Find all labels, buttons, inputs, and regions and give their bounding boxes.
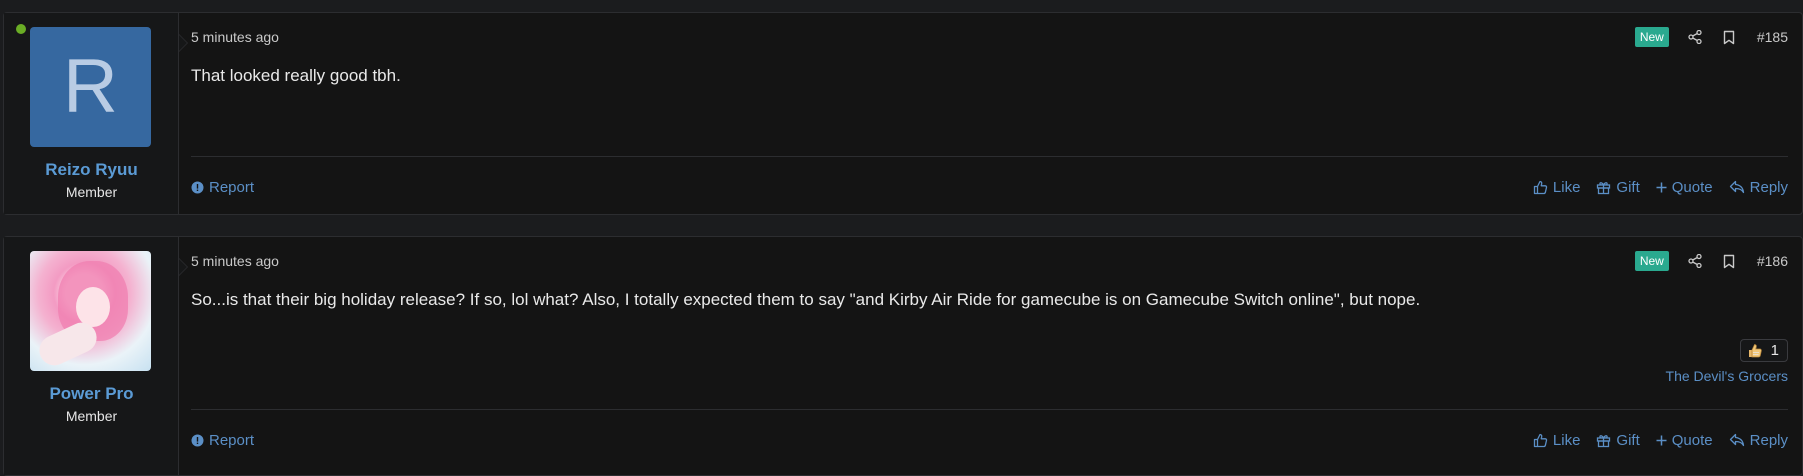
gift-button[interactable]: Gift — [1596, 431, 1640, 449]
post-footer: Report Like Gift Quote Reply — [191, 428, 1788, 452]
post-message: So...is that their big holiday release? … — [191, 290, 1421, 309]
user-cell: R Reizo Ryuu Member — [4, 13, 188, 214]
reply-label: Reply — [1749, 178, 1788, 196]
thumbs-up-icon — [1533, 180, 1548, 194]
quote-button[interactable]: Quote — [1656, 179, 1713, 196]
thumbs-up-icon — [1748, 344, 1762, 358]
quote-label: Quote — [1671, 178, 1713, 196]
plus-icon — [1656, 182, 1667, 192]
post-message: That looked really good tbh. — [191, 66, 401, 85]
report-icon — [191, 434, 204, 446]
new-badge: New — [1634, 251, 1669, 271]
share-icon[interactable] — [1687, 29, 1703, 45]
post-185: R Reizo Ryuu Member 5 minutes ago New #1… — [3, 12, 1803, 215]
username[interactable]: Power Pro — [4, 384, 179, 404]
avatar[interactable] — [30, 251, 151, 371]
reply-button[interactable]: Reply — [1729, 432, 1788, 449]
username[interactable]: Reizo Ryuu — [4, 160, 179, 180]
post-timestamp[interactable]: 5 minutes ago — [191, 29, 279, 45]
reply-icon — [1729, 180, 1744, 194]
plus-icon — [1656, 435, 1667, 445]
gift-label: Gift — [1616, 431, 1640, 449]
post-footer: Report Like Gift Quote Reply — [191, 175, 1788, 199]
reply-label: Reply — [1749, 431, 1788, 449]
like-label: Like — [1552, 431, 1581, 449]
report-button[interactable]: Report — [191, 179, 254, 196]
post-header-actions: New #185 — [1634, 26, 1788, 48]
bookmark-icon[interactable] — [1721, 253, 1737, 269]
divider — [191, 156, 1788, 157]
avatar-photo-detail — [76, 287, 110, 327]
report-label: Report — [209, 431, 255, 449]
user-title: Member — [65, 408, 118, 424]
post-number-link[interactable]: #185 — [1757, 29, 1788, 45]
post-actions: Like Gift Quote Reply — [1533, 179, 1788, 196]
gift-icon — [1597, 434, 1611, 447]
report-icon — [191, 181, 204, 193]
divider — [191, 409, 1788, 410]
reply-icon — [1729, 433, 1744, 447]
like-button[interactable]: Like — [1533, 431, 1581, 449]
reaction-users-link[interactable]: The Devil's Grocers — [1666, 368, 1788, 384]
post-actions: Like Gift Quote Reply — [1533, 432, 1788, 449]
reaction-count: 1 — [1770, 342, 1779, 359]
report-label: Report — [209, 178, 255, 196]
quote-label: Quote — [1671, 431, 1713, 449]
like-label: Like — [1552, 178, 1581, 196]
online-status-indicator — [14, 22, 28, 36]
new-badge: New — [1634, 27, 1669, 47]
report-button[interactable]: Report — [191, 432, 254, 449]
bookmark-icon[interactable] — [1721, 29, 1737, 45]
gift-label: Gift — [1616, 178, 1640, 196]
gift-button[interactable]: Gift — [1596, 178, 1640, 196]
avatar[interactable]: R — [30, 27, 151, 147]
gift-icon — [1597, 181, 1611, 194]
reactions-bar: 1 The Devil's Grocers — [1666, 339, 1788, 384]
post-186: Power Pro Member 5 minutes ago New #186 … — [3, 236, 1803, 476]
quote-button[interactable]: Quote — [1656, 432, 1713, 449]
like-button[interactable]: Like — [1533, 178, 1581, 196]
post-timestamp[interactable]: 5 minutes ago — [191, 253, 279, 269]
post-header-actions: New #186 — [1634, 250, 1788, 272]
reaction-summary[interactable]: 1 — [1739, 339, 1788, 362]
share-icon[interactable] — [1687, 253, 1703, 269]
reply-button[interactable]: Reply — [1729, 179, 1788, 196]
thumbs-up-icon — [1533, 433, 1548, 447]
user-title: Member — [65, 184, 118, 200]
user-cell: Power Pro Member — [4, 237, 188, 475]
post-number-link[interactable]: #186 — [1757, 253, 1788, 269]
